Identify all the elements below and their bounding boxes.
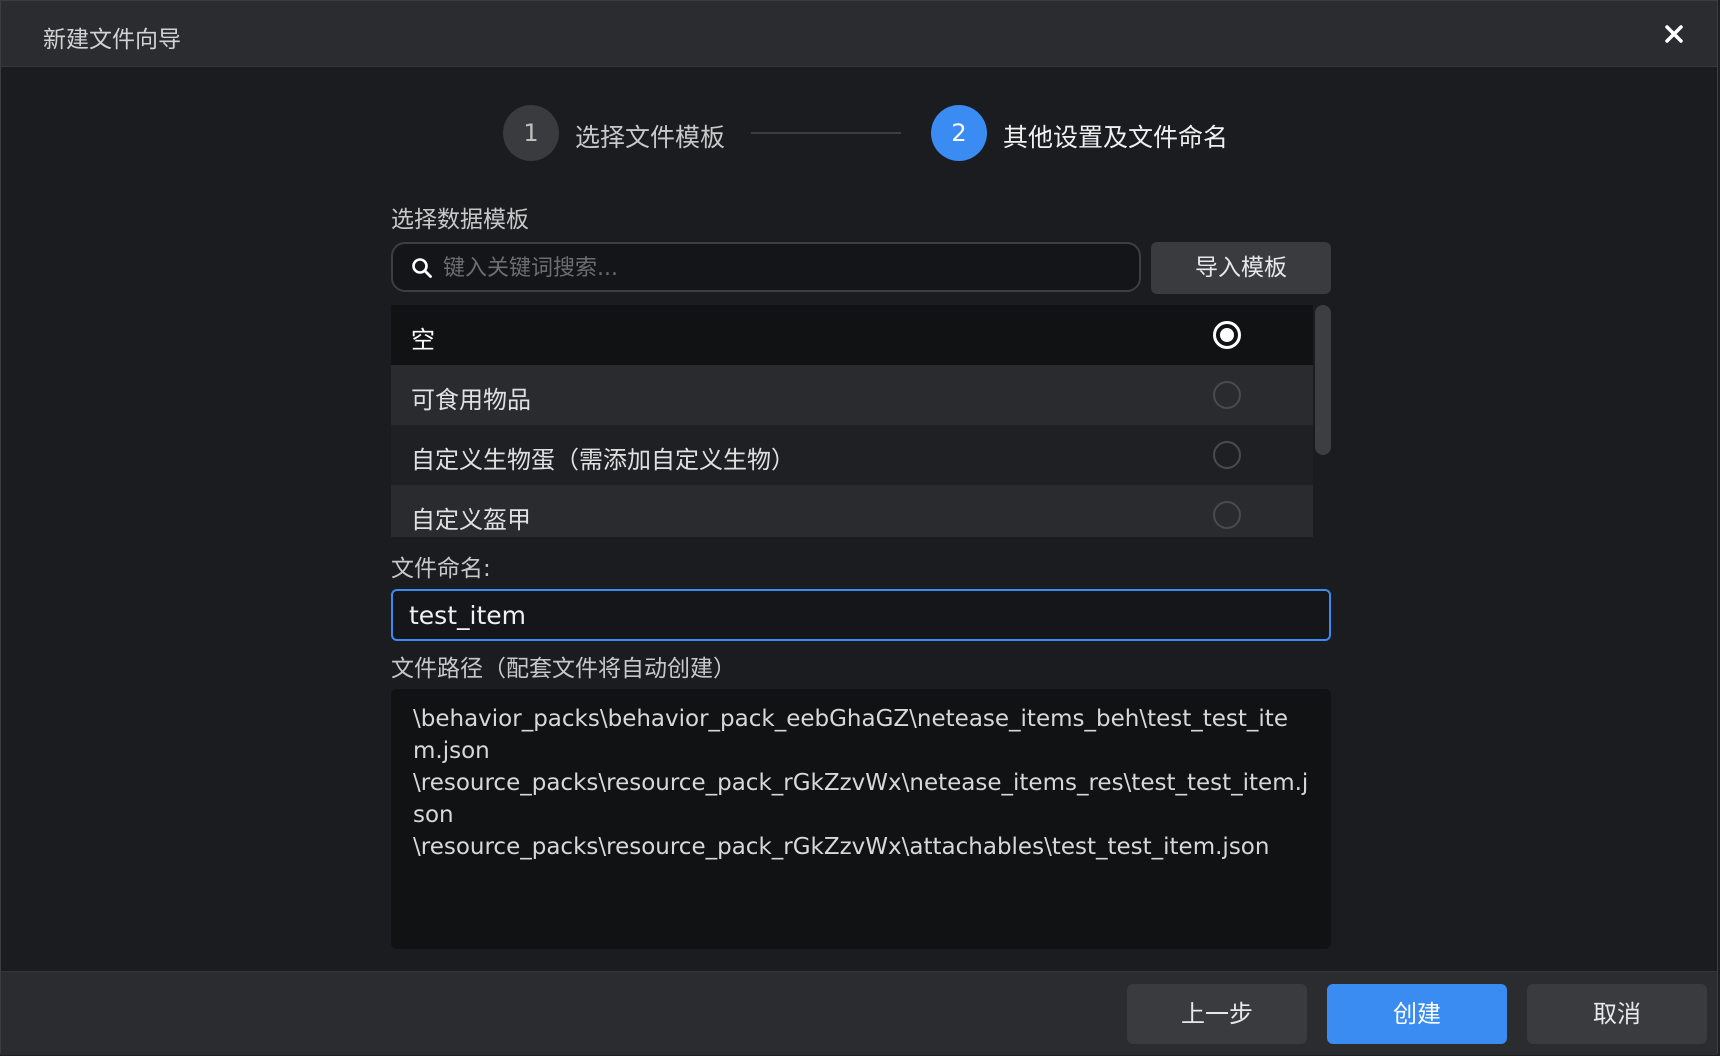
new-file-wizard-dialog: 新建文件向导 1 选择文件模板 2 其他设置及文件命名 选择数据模板 导入模板 … xyxy=(0,0,1718,1055)
template-item-spawn-egg[interactable]: 自定义生物蛋（需添加自定义生物） xyxy=(391,425,1313,485)
step-number: 1 xyxy=(503,105,559,161)
close-icon xyxy=(1665,25,1683,43)
radio-checked[interactable] xyxy=(1213,321,1241,349)
file-path-line: \behavior_packs\behavior_pack_eebGhaGZ\n… xyxy=(413,706,1288,764)
radio-unchecked[interactable] xyxy=(1213,381,1241,409)
window-title: 新建文件向导 xyxy=(43,27,181,53)
template-item-armor[interactable]: 自定义盔甲 xyxy=(391,485,1313,537)
file-path-label: 文件路径（配套文件将自动创建） xyxy=(391,656,736,682)
create-button[interactable]: 创建 xyxy=(1327,984,1507,1044)
radio-unchecked[interactable] xyxy=(1213,441,1241,469)
step-number: 2 xyxy=(931,105,987,161)
template-list: 空 可食用物品 自定义生物蛋（需添加自定义生物） 自定义盔甲 xyxy=(391,305,1313,537)
filename-label: 文件命名: xyxy=(391,556,491,582)
file-path-line: \resource_packs\resource_pack_rGkZzvWx\a… xyxy=(413,834,1270,860)
file-path-box: \behavior_packs\behavior_pack_eebGhaGZ\n… xyxy=(391,689,1331,949)
template-item-label: 可食用物品 xyxy=(411,386,531,414)
template-item-label: 自定义盔甲 xyxy=(411,506,531,534)
import-template-button[interactable]: 导入模板 xyxy=(1151,242,1331,294)
previous-step-button[interactable]: 上一步 xyxy=(1127,984,1307,1044)
template-item-label: 自定义生物蛋（需添加自定义生物） xyxy=(411,446,795,474)
template-item-label: 空 xyxy=(411,326,435,354)
dialog-footer: 上一步 创建 取消 xyxy=(1,971,1717,1055)
step-label: 其他设置及文件命名 xyxy=(1003,123,1229,152)
template-item-empty[interactable]: 空 xyxy=(391,305,1313,365)
radio-unchecked[interactable] xyxy=(1213,501,1241,529)
template-search-box xyxy=(391,242,1141,292)
step-label: 选择文件模板 xyxy=(575,123,726,152)
template-item-edible[interactable]: 可食用物品 xyxy=(391,365,1313,425)
search-icon xyxy=(412,258,432,278)
filename-input[interactable] xyxy=(391,589,1331,641)
close-button[interactable] xyxy=(1657,17,1691,51)
template-search-input[interactable] xyxy=(441,244,1125,292)
title-bar: 新建文件向导 xyxy=(1,1,1717,67)
template-list-scrollbar-thumb[interactable] xyxy=(1315,305,1331,455)
cancel-button[interactable]: 取消 xyxy=(1527,984,1707,1044)
template-section-label: 选择数据模板 xyxy=(391,207,529,233)
file-path-line: \resource_packs\resource_pack_rGkZzvWx\n… xyxy=(413,770,1309,828)
step-connector xyxy=(751,132,901,134)
